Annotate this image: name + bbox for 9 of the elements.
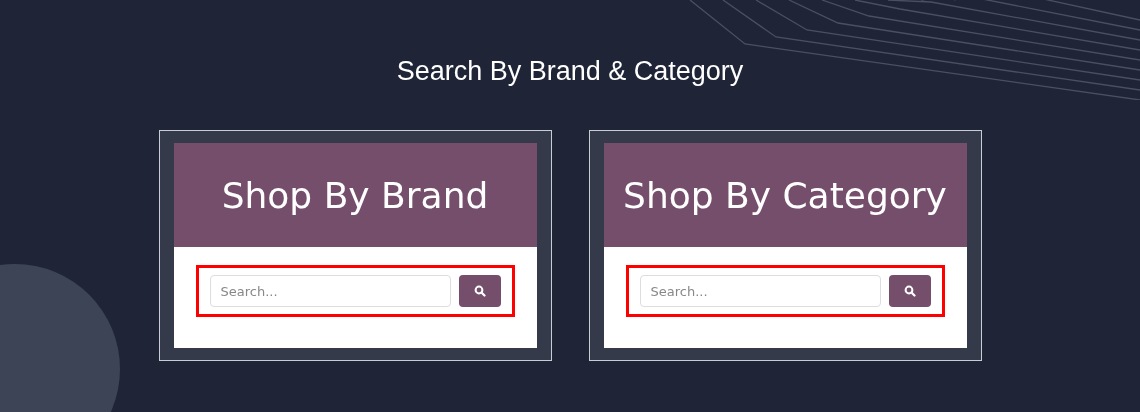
search-button[interactable] (888, 275, 931, 307)
search-field[interactable]: Search... (639, 275, 881, 307)
search-field[interactable]: Search... (209, 275, 451, 307)
search-button[interactable] (458, 275, 501, 307)
card-heading: Shop By Brand (221, 174, 489, 216)
card-heading: Shop By Category (623, 174, 947, 216)
section-title: Search By Brand & Category (396, 55, 744, 88)
search-icon (473, 285, 486, 297)
search-icon (903, 285, 916, 297)
